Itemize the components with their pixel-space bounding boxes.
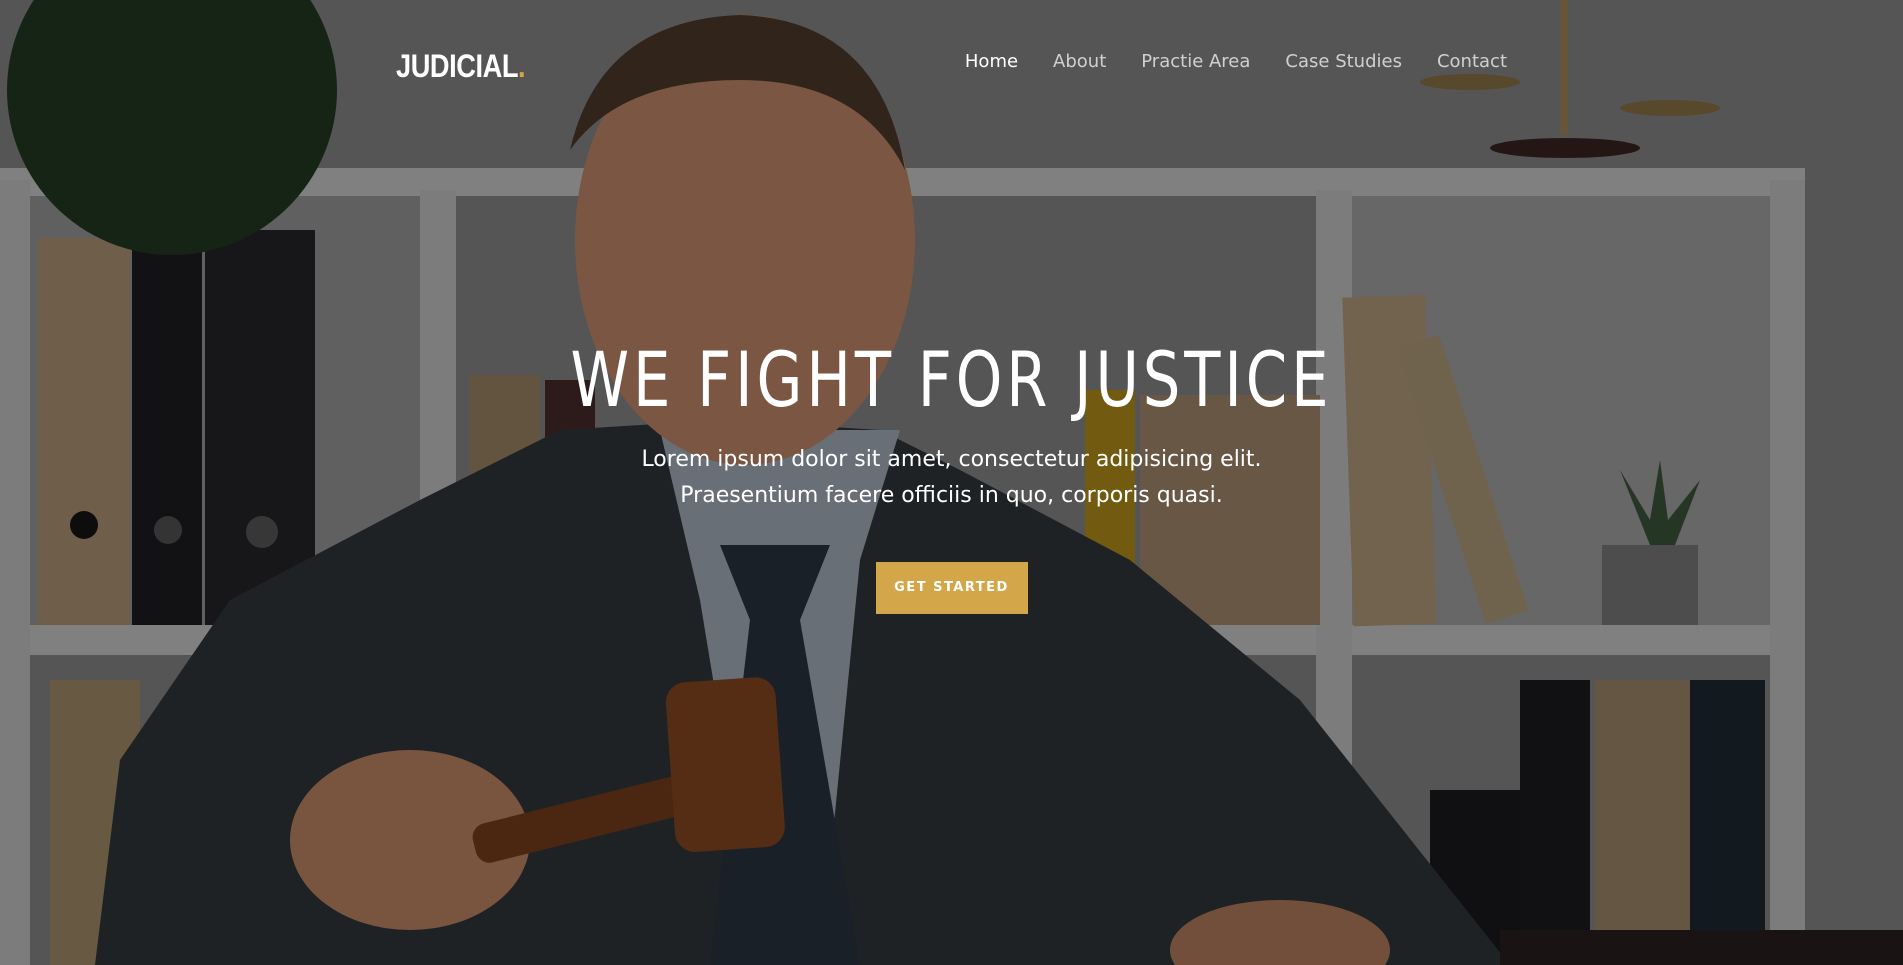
hero-content: WE FIGHT FOR JUSTICE Lorem ipsum dolor s… [0,336,1903,614]
brand-dot: . [518,48,526,84]
hero-section: JUDICIAL. Home About Practie Area Case S… [0,0,1903,965]
nav-item-practice-area[interactable]: Practie Area [1141,51,1250,72]
get-started-button[interactable]: GET STARTED [875,562,1028,614]
nav-item-contact[interactable]: Contact [1437,51,1507,72]
nav-item-home[interactable]: Home [965,51,1018,72]
hero-title: WE FIGHT FOR JUSTICE [570,335,1333,424]
nav-item-case-studies[interactable]: Case Studies [1285,51,1402,72]
brand-name: JUDICIAL [396,48,519,84]
nav-item-about[interactable]: About [1053,51,1106,72]
hero-description-line-2: Praesentium facere officiis in quo, corp… [680,483,1223,508]
hero-description-line-1: Lorem ipsum dolor sit amet, consectetur … [641,447,1262,472]
hero-description: Lorem ipsum dolor sit amet, consectetur … [0,442,1903,514]
site-header: JUDICIAL. Home About Practie Area Case S… [0,0,1903,125]
main-nav: Home About Practie Area Case Studies Con… [930,51,1507,72]
brand-logo[interactable]: JUDICIAL. [396,48,526,85]
